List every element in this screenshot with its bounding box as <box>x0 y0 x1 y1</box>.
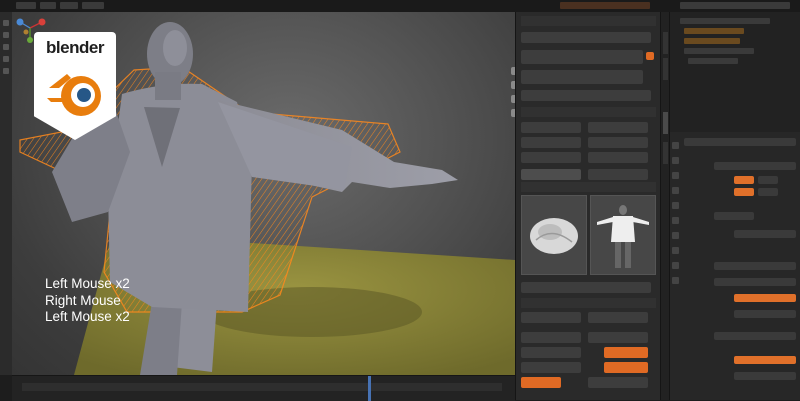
current-frame-marker[interactable] <box>368 376 371 401</box>
property-field-highlighted[interactable] <box>734 176 754 184</box>
cloth-preview-thumbnail[interactable] <box>521 195 587 275</box>
panel-field-highlighted[interactable] <box>604 362 648 373</box>
sidebar-tab[interactable] <box>663 32 668 54</box>
outliner-row[interactable] <box>680 18 770 24</box>
property-field[interactable] <box>758 176 778 184</box>
panel-field[interactable] <box>588 332 648 343</box>
shortcut-hint: Left Mouse x2 <box>45 309 130 324</box>
properties-tab-icon[interactable] <box>672 202 679 209</box>
panel-section-header[interactable] <box>521 182 656 192</box>
properties-editor <box>669 12 800 400</box>
property-field-highlighted[interactable] <box>734 188 754 196</box>
property-field-highlighted[interactable] <box>734 294 796 302</box>
viewport-header-tools[interactable] <box>560 2 650 9</box>
panel-button[interactable] <box>521 169 581 180</box>
menu-item[interactable] <box>82 2 104 9</box>
outliner-header[interactable] <box>680 2 790 9</box>
property-field-highlighted[interactable] <box>734 356 796 364</box>
menu-item[interactable] <box>60 2 78 9</box>
panel-field-highlighted[interactable] <box>521 377 561 388</box>
panel-section-header[interactable] <box>521 298 656 308</box>
property-field[interactable] <box>714 262 796 270</box>
addon-sidebar-panel <box>515 12 661 400</box>
timeline[interactable] <box>12 375 515 401</box>
properties-tab-icon[interactable] <box>672 187 679 194</box>
properties-tab-icon[interactable] <box>672 277 679 284</box>
shortcut-hint: Left Mouse x2 <box>45 276 130 291</box>
panel-field-highlighted[interactable] <box>604 347 648 358</box>
panel-field[interactable] <box>521 282 651 293</box>
property-field[interactable] <box>714 212 754 220</box>
panel-field[interactable] <box>521 137 581 148</box>
gizmo-axes-icon[interactable] <box>12 12 48 82</box>
shortcut-hint: Right Mouse <box>45 292 121 308</box>
panel-field[interactable] <box>521 152 581 163</box>
properties-tab-icon[interactable] <box>672 247 679 254</box>
sidebar-tab[interactable] <box>663 142 668 164</box>
cursor-tool-icon[interactable] <box>3 32 9 38</box>
outliner-row[interactable] <box>688 58 738 64</box>
panel-field[interactable] <box>521 362 581 373</box>
panel-field[interactable] <box>588 137 648 148</box>
menu-item[interactable] <box>40 2 56 9</box>
properties-tab-icon[interactable] <box>672 217 679 224</box>
character-preview-thumbnail[interactable] <box>590 195 656 275</box>
property-field[interactable] <box>714 162 796 170</box>
scale-tool-icon[interactable] <box>3 68 9 74</box>
panel-button[interactable] <box>521 312 581 323</box>
property-field[interactable] <box>714 332 796 340</box>
outliner-row[interactable] <box>684 38 740 44</box>
panel-field[interactable] <box>521 347 581 358</box>
panel-header <box>521 16 656 26</box>
sidebar-tab[interactable] <box>663 112 668 134</box>
shortcut-hints: Left Mouse x2 Right Mouse Left Mouse x2 <box>45 276 130 326</box>
property-field[interactable] <box>734 230 796 238</box>
rotate-tool-icon[interactable] <box>3 56 9 62</box>
sidebar-tab[interactable] <box>663 58 668 80</box>
panel-field[interactable] <box>588 377 648 388</box>
panel-section-header[interactable] <box>521 107 656 117</box>
panel-field[interactable] <box>521 332 581 343</box>
timeline-strip[interactable] <box>22 383 502 391</box>
panel-button[interactable] <box>521 70 643 84</box>
3d-viewport[interactable]: blender Left Mouse x2 Right Mouse Left M… <box>12 12 515 375</box>
property-field[interactable] <box>734 310 796 318</box>
panel-field[interactable] <box>521 122 581 133</box>
properties-tab-icon[interactable] <box>672 157 679 164</box>
property-field[interactable] <box>714 278 796 286</box>
property-field[interactable] <box>734 372 796 380</box>
outliner-row[interactable] <box>684 48 754 54</box>
move-tool-icon[interactable] <box>3 44 9 50</box>
property-field[interactable] <box>684 138 796 146</box>
panel-button[interactable] <box>588 169 648 180</box>
outliner[interactable] <box>670 12 800 132</box>
panel-button[interactable] <box>521 50 643 64</box>
panel-button[interactable] <box>588 312 648 323</box>
properties-tab-icon[interactable] <box>672 262 679 269</box>
panel-toggle[interactable] <box>646 52 654 60</box>
panel-field[interactable] <box>521 32 651 43</box>
properties-tab-icon[interactable] <box>672 142 679 149</box>
select-tool-icon[interactable] <box>3 20 9 26</box>
panel-field[interactable] <box>588 122 648 133</box>
property-field[interactable] <box>758 188 778 196</box>
panel-field[interactable] <box>588 152 648 163</box>
properties-tab-icon[interactable] <box>672 172 679 179</box>
outliner-row[interactable] <box>684 28 744 34</box>
properties-tab-icon[interactable] <box>672 232 679 239</box>
panel-field[interactable] <box>521 90 651 101</box>
menu-item[interactable] <box>16 2 36 9</box>
blender-logo-icon <box>47 74 101 116</box>
